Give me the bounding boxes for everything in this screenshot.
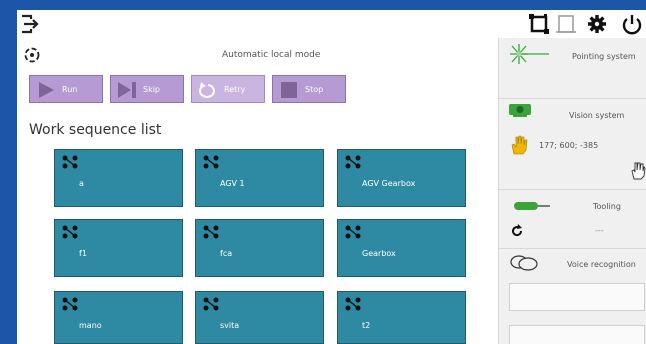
- skip-button[interactable]: Skip: [110, 75, 184, 103]
- sequence-list-title: Work sequence list: [29, 122, 162, 138]
- window-frame-left: [0, 0, 17, 344]
- sequence-label: a: [79, 179, 84, 188]
- camera-icon: [508, 102, 532, 122]
- sequence-card-agv-1[interactable]: AGV 1: [195, 149, 324, 207]
- sequence-card-svita[interactable]: svita: [195, 291, 324, 344]
- skip-icon: [117, 81, 137, 99]
- window-frame-top: [0, 0, 646, 10]
- run-label: Run: [62, 85, 78, 94]
- tooling-value: ---: [595, 226, 604, 235]
- sequence-icon: [345, 225, 361, 239]
- voice-input-box[interactable]: [509, 283, 645, 311]
- skip-label: Skip: [143, 85, 161, 94]
- sequence-label: AGV Gearbox: [362, 179, 416, 188]
- play-icon: [36, 81, 56, 99]
- sequence-label: f1: [79, 249, 87, 258]
- sequence-icon: [203, 155, 219, 169]
- vision-system-title: Vision system: [569, 111, 625, 120]
- pointing-system-panel[interactable]: Pointing system: [499, 38, 646, 99]
- sequence-label: svita: [220, 321, 240, 330]
- sequence-icon: [62, 155, 78, 169]
- stop-icon: [279, 81, 299, 99]
- exit-icon[interactable]: [19, 13, 41, 35]
- sequence-card-a[interactable]: a: [54, 149, 183, 207]
- sequence-label: AGV 1: [220, 179, 245, 188]
- hand-icon: [510, 134, 528, 160]
- top-toolbar: [17, 10, 646, 39]
- mode-title: Automatic local mode: [222, 50, 321, 60]
- sequence-icon: [203, 297, 219, 311]
- sequence-label: Gearbox: [362, 249, 396, 258]
- sequence-icon: [62, 297, 78, 311]
- sequence-label: t2: [362, 321, 371, 330]
- window-frame-icon[interactable]: [555, 13, 577, 35]
- target-icon[interactable]: [23, 46, 41, 64]
- tooling-panel[interactable]: Tooling ---: [499, 190, 646, 249]
- stop-button[interactable]: Stop: [272, 75, 346, 103]
- speech-bubbles-icon: [509, 254, 539, 276]
- pointing-system-title: Pointing system: [572, 52, 636, 61]
- sequence-card-t2[interactable]: t2: [337, 291, 466, 344]
- sequence-icon: [345, 155, 361, 169]
- robot-frame-icon[interactable]: [528, 13, 550, 35]
- retry-button[interactable]: Retry: [191, 75, 265, 103]
- sequence-card-mano[interactable]: mano: [54, 291, 183, 344]
- sequence-card-agv-gearbox[interactable]: AGV Gearbox: [337, 149, 466, 207]
- main-panel: Automatic local mode Run Skip Retry Stop…: [17, 38, 498, 344]
- run-button[interactable]: Run: [29, 75, 103, 103]
- voice-recognition-title: Voice recognition: [567, 260, 636, 269]
- power-icon[interactable]: [621, 13, 643, 35]
- laser-pointer-icon: [509, 42, 551, 70]
- sequence-label: mano: [79, 321, 102, 330]
- sequence-icon: [62, 225, 78, 239]
- sequence-card-fca[interactable]: fca: [195, 219, 324, 277]
- retry-icon: [198, 81, 218, 99]
- voice-output-box[interactable]: [509, 325, 645, 344]
- vision-coordinates: 177; 600; -385: [539, 141, 599, 150]
- refresh-icon[interactable]: [510, 223, 524, 242]
- retry-label: Retry: [224, 85, 246, 94]
- sequence-icon: [203, 225, 219, 239]
- sequence-icon: [345, 297, 361, 311]
- sequence-card-gearbox[interactable]: Gearbox: [337, 219, 466, 277]
- stop-label: Stop: [305, 85, 324, 94]
- sequence-card-f1[interactable]: f1: [54, 219, 183, 277]
- vision-system-panel[interactable]: Vision system 177; 600; -385: [499, 99, 646, 190]
- tool-icon: [512, 198, 552, 217]
- side-panel: Pointing system Vision system 177; 600; …: [498, 38, 646, 344]
- voice-recognition-panel[interactable]: Voice recognition: [499, 249, 646, 344]
- tooling-title: Tooling: [593, 202, 621, 211]
- gear-icon[interactable]: [586, 13, 608, 35]
- hand-cursor-icon: [630, 161, 646, 185]
- sequence-label: fca: [220, 249, 233, 258]
